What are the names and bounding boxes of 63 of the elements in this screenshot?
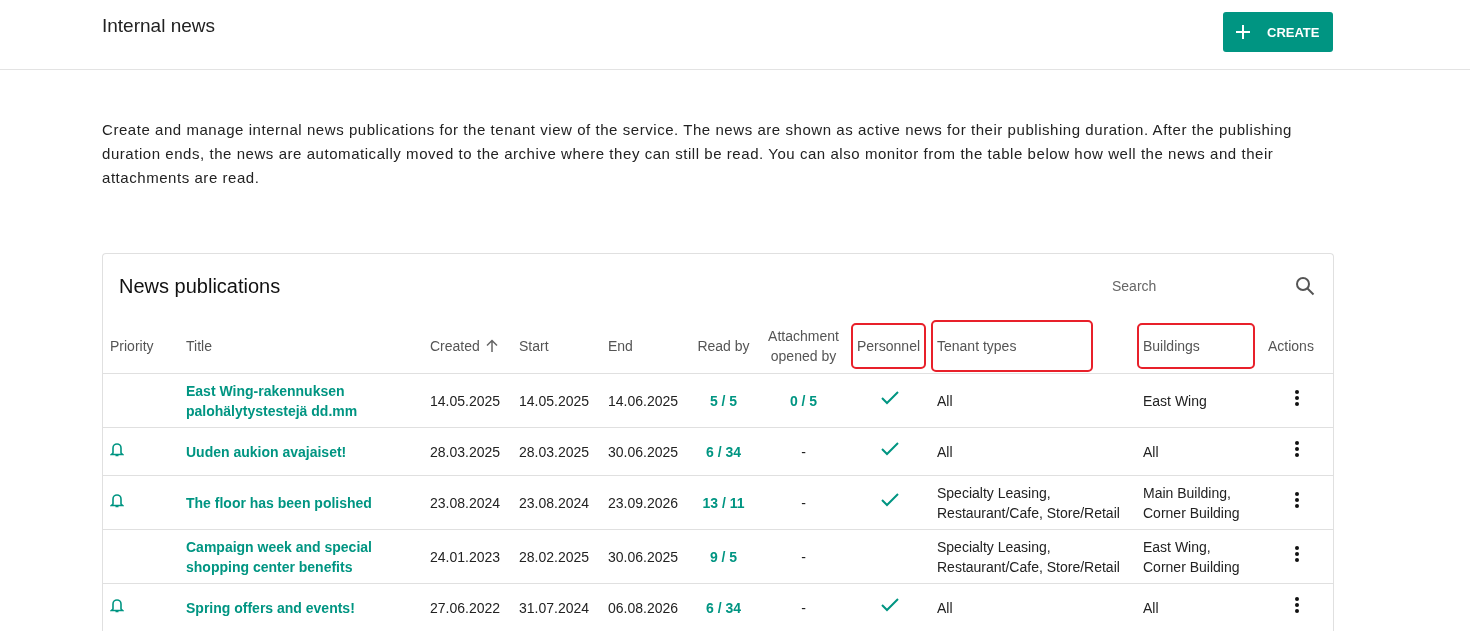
table-cell-text: All bbox=[937, 442, 953, 462]
arrow-up-icon[interactable] bbox=[485, 338, 498, 353]
table-cell-text: Specialty Leasing, Restaurant/Cafe, Store/Retail bbox=[937, 483, 1121, 523]
table-cell-text: 31.07.2024 bbox=[519, 598, 590, 618]
read-count-link[interactable]: 13 / 11 bbox=[702, 492, 745, 513]
column-header[interactable]: Actions bbox=[1268, 335, 1314, 356]
table-cell-text: 23.09.2026 bbox=[608, 493, 679, 513]
news-title-link[interactable]: The floor has been polished bbox=[186, 492, 372, 513]
more-vertical-icon[interactable] bbox=[1294, 389, 1300, 407]
read-count-link[interactable]: 9 / 5 bbox=[709, 546, 738, 567]
column-header[interactable]: Tenant types bbox=[937, 335, 1017, 356]
read-count-link[interactable]: 5 / 5 bbox=[709, 390, 738, 411]
table-cell-text: 30.06.2025 bbox=[608, 547, 679, 567]
table-cell-text: 14.06.2025 bbox=[608, 391, 679, 411]
table-cell-text: All bbox=[937, 391, 953, 411]
column-header[interactable]: Attachment opened by bbox=[764, 325, 843, 366]
table-cell-text: 14.05.2025 bbox=[519, 391, 590, 411]
column-header[interactable]: Title bbox=[186, 335, 212, 356]
news-title-link[interactable]: Campaign week and special shopping center benefits bbox=[186, 536, 416, 577]
table-title: News publications bbox=[119, 274, 281, 298]
table-cell-text: 23.08.2024 bbox=[430, 493, 501, 513]
news-title-link[interactable]: Uuden aukion avajaiset! bbox=[186, 441, 347, 462]
table-cell-text: East Wing, Corner Building bbox=[1143, 537, 1241, 577]
plus-icon bbox=[1235, 24, 1251, 40]
column-header[interactable]: Created bbox=[430, 335, 480, 356]
table-cell-text: 30.06.2025 bbox=[608, 442, 679, 462]
more-vertical-icon[interactable] bbox=[1294, 440, 1300, 458]
attachment-count-link[interactable]: 0 / 5 bbox=[789, 390, 818, 411]
column-header[interactable]: End bbox=[608, 335, 633, 356]
table-cell-text: 28.03.2025 bbox=[519, 442, 590, 462]
column-header[interactable]: Personnel bbox=[857, 335, 921, 356]
table-cell-text: - bbox=[801, 493, 806, 513]
table-cell-text: - bbox=[801, 598, 806, 618]
table-cell-text: 06.08.2026 bbox=[608, 598, 679, 618]
read-count-link[interactable]: 6 / 34 bbox=[706, 597, 741, 618]
table-cell-text: - bbox=[801, 547, 806, 567]
table-cell-text: Main Building, Corner Building bbox=[1143, 483, 1241, 523]
search-icon[interactable] bbox=[1295, 276, 1315, 296]
table-cell-text: All bbox=[937, 598, 953, 618]
column-header[interactable]: Buildings bbox=[1143, 335, 1200, 356]
table-cell-text: Specialty Leasing, Restaurant/Cafe, Store/Retail bbox=[937, 537, 1121, 577]
column-header[interactable]: Read by bbox=[697, 335, 750, 356]
news-title-link[interactable]: East Wing-rakennuksen palohälytystestejä dd.mm bbox=[186, 380, 416, 421]
column-header[interactable]: Priority bbox=[110, 335, 154, 356]
more-vertical-icon[interactable] bbox=[1294, 491, 1300, 509]
table-cell-text: 14.05.2025 bbox=[430, 391, 501, 411]
news-title-link[interactable]: Spring offers and events! bbox=[186, 597, 355, 618]
more-vertical-icon[interactable] bbox=[1294, 545, 1300, 563]
table-cell-text: 23.08.2024 bbox=[519, 493, 590, 513]
table-cell-text: - bbox=[801, 442, 806, 462]
table-cell-text: 28.03.2025 bbox=[430, 442, 501, 462]
create-button[interactable]: CREATE bbox=[1223, 12, 1333, 52]
page-title: Internal news bbox=[102, 15, 215, 37]
description-text: Create and manage internal news publications for the tenant view of the service. The news are shown as active news for their publishing duration. After the publishing duration ends, the news are automatically moved to the archive where they can still be read. You can also monitor from the table below how well the news and their attachments are read. bbox=[102, 120, 1293, 188]
table-cell-text: All bbox=[1143, 598, 1159, 618]
table-cell-text: 27.06.2022 bbox=[430, 598, 501, 618]
table-cell-text: 28.02.2025 bbox=[519, 547, 590, 567]
more-vertical-icon[interactable] bbox=[1294, 596, 1300, 614]
table-cell-text: 24.01.2023 bbox=[430, 547, 501, 567]
read-count-link[interactable]: 6 / 34 bbox=[706, 441, 741, 462]
table-cell-text: East Wing bbox=[1143, 391, 1207, 411]
column-header[interactable]: Start bbox=[519, 335, 549, 356]
table-cell-text: All bbox=[1143, 442, 1159, 462]
